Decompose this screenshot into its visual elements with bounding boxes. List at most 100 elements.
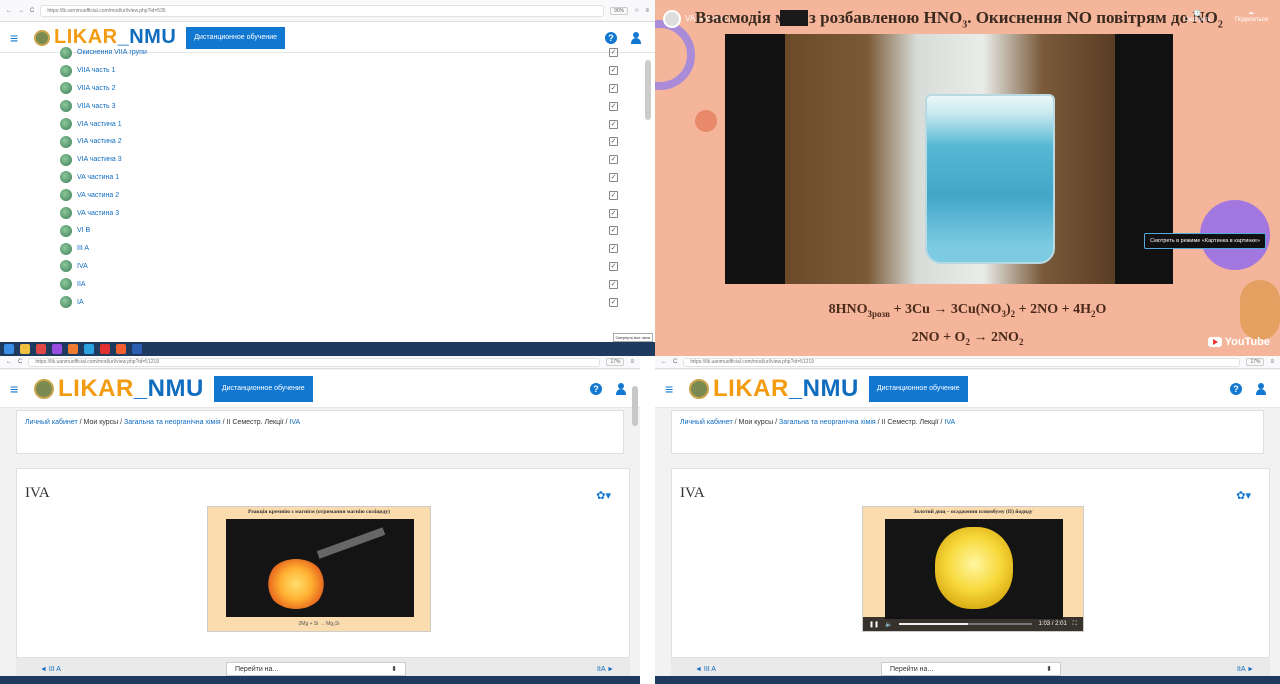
lecture-link[interactable]: VA частина 1	[77, 174, 119, 181]
media-icon[interactable]	[68, 344, 78, 354]
progress-bar[interactable]	[898, 623, 1033, 625]
firefox-icon[interactable]	[116, 344, 126, 354]
lecture-item[interactable]: III A ✓	[35, 240, 630, 258]
help-icon[interactable]: ?	[590, 382, 602, 395]
fullscreen-icon[interactable]: ⛶	[1073, 621, 1077, 628]
zoom-level[interactable]: 17%	[606, 358, 625, 366]
jump-to-select[interactable]: Перейти на... ⬍	[226, 662, 406, 676]
video-screen[interactable]	[885, 519, 1063, 619]
lecture-item[interactable]: VIIA часть 1 ✓	[35, 62, 630, 80]
start-icon[interactable]	[4, 344, 14, 354]
completion-checkbox[interactable]: ✓	[609, 101, 618, 111]
video-screen[interactable]	[226, 519, 414, 617]
lecture-item[interactable]: VIIA часть 3 ✓	[35, 97, 630, 115]
completion-checkbox[interactable]: ✓	[609, 208, 618, 218]
lecture-link[interactable]: VIIA часть 2	[77, 85, 116, 92]
chrome-icon[interactable]	[36, 344, 46, 354]
address-bar[interactable]: https://lk.ssrnmuofficial.com/mod/url/vi…	[40, 4, 605, 17]
lecture-item[interactable]: VIA частина 1 ✓	[35, 115, 630, 133]
pause-icon[interactable]: ❚❚	[869, 621, 879, 628]
menu-icon[interactable]: ≡	[630, 359, 634, 365]
lecture-item[interactable]: VIIA часть 2 ✓	[35, 80, 630, 98]
lecture-item[interactable]: VIA частина 2 ✓	[35, 133, 630, 151]
completion-checkbox[interactable]: ✓	[609, 297, 618, 307]
video-embed[interactable]: Золотий дощ – осадження плюмбуму (II) йо…	[862, 506, 1084, 632]
lecture-item[interactable]: VA частина 2 ✓	[35, 186, 630, 204]
completion-checkbox[interactable]: ✓	[609, 48, 618, 58]
lecture-link[interactable]: IA	[77, 299, 84, 306]
scrollbar[interactable]	[632, 386, 638, 426]
user-icon[interactable]	[616, 382, 626, 395]
opera-icon[interactable]	[100, 344, 110, 354]
hamburger-icon[interactable]: ≡	[665, 381, 689, 397]
explorer-icon[interactable]	[20, 344, 30, 354]
lecture-link[interactable]: Окиснення VIIА групи	[77, 49, 147, 56]
next-activity-link[interactable]: IIA ►	[1237, 666, 1254, 673]
lecture-link[interactable]: VIA частина 2	[77, 138, 122, 145]
viber-icon[interactable]	[52, 344, 62, 354]
prev-activity-link[interactable]: ◄ III A	[40, 666, 61, 673]
crumb-semester[interactable]: II Семестр. Лекції	[227, 419, 284, 426]
telegram-icon[interactable]	[84, 344, 94, 354]
lecture-link[interactable]: VIIA часть 1	[77, 67, 116, 74]
crumb-courses[interactable]: Мои курсы	[739, 419, 774, 426]
word-icon[interactable]	[132, 344, 142, 354]
address-bar[interactable]: https://lik.uanmuofficial.com/mod/url/vi…	[683, 357, 1241, 367]
video-embed[interactable]: Реакція кремнію з магнієм (отримання маг…	[207, 506, 431, 632]
completion-checkbox[interactable]: ✓	[609, 279, 618, 289]
gear-icon[interactable]: ✿▾	[596, 489, 611, 502]
prev-activity-link[interactable]: ◄ III A	[695, 666, 716, 673]
zoom-level[interactable]: 90%	[610, 6, 629, 15]
forward-icon[interactable]: →	[18, 8, 24, 14]
crumb-subject[interactable]: Загальна та неорганічна хімія	[124, 419, 221, 426]
completion-checkbox[interactable]: ✓	[609, 226, 618, 236]
next-activity-link[interactable]: IIA ►	[597, 666, 614, 673]
lecture-item[interactable]: Окиснення VIIА групи ✓	[35, 44, 630, 62]
reload-icon[interactable]: C	[18, 359, 22, 365]
lecture-item[interactable]: VI B ✓	[35, 222, 630, 240]
lecture-link[interactable]: IIA	[77, 281, 86, 288]
completion-checkbox[interactable]: ✓	[609, 66, 618, 76]
back-icon[interactable]: ←	[661, 359, 667, 365]
crumb-page[interactable]: IVA	[289, 419, 300, 426]
menu-icon[interactable]: ≡	[645, 8, 649, 14]
watch-later-button[interactable]: 🕒 Смотреть	[1184, 10, 1211, 23]
lecture-link[interactable]: VIIA часть 3	[77, 103, 116, 110]
completion-checkbox[interactable]: ✓	[609, 172, 618, 182]
reload-icon[interactable]: C	[30, 8, 34, 14]
lecture-link[interactable]: IVA	[77, 263, 88, 270]
jump-to-select[interactable]: Перейти на... ⬍	[881, 662, 1061, 676]
distance-learning-button[interactable]: Дистанционное обучение	[868, 375, 968, 402]
hamburger-icon[interactable]: ≡	[10, 381, 34, 397]
completion-checkbox[interactable]: ✓	[609, 244, 618, 254]
back-icon[interactable]: ←	[6, 8, 12, 14]
lecture-item[interactable]: IIA ✓	[35, 275, 630, 293]
completion-checkbox[interactable]: ✓	[609, 83, 618, 93]
site-logo[interactable]: LIKAR _NMU	[689, 375, 859, 403]
user-icon[interactable]	[1256, 382, 1266, 395]
distance-learning-button[interactable]: Дистанционное обучение	[213, 375, 313, 402]
zoom-level[interactable]: 17%	[1246, 358, 1265, 366]
crumb-home[interactable]: Личный кабинет	[680, 419, 733, 426]
volume-icon[interactable]: 🔈	[885, 621, 892, 628]
picture-in-picture-button[interactable]: Смотреть в режиме «Картинка в картинке»	[1144, 233, 1266, 249]
completion-checkbox[interactable]: ✓	[609, 119, 618, 129]
site-logo[interactable]: LIKAR _NMU	[34, 375, 204, 403]
lecture-item[interactable]: IVA ✓	[35, 258, 630, 276]
lecture-item[interactable]: VA частина 3 ✓	[35, 204, 630, 222]
lecture-link[interactable]: VIA частина 3	[77, 156, 122, 163]
lecture-link[interactable]: III A	[77, 245, 89, 252]
crumb-subject[interactable]: Загальна та неорганічна хімія	[779, 419, 876, 426]
channel-avatar[interactable]	[663, 10, 681, 28]
hamburger-icon[interactable]: ≡	[10, 30, 34, 46]
completion-checkbox[interactable]: ✓	[609, 137, 618, 147]
gear-icon[interactable]: ✿▾	[1236, 489, 1251, 502]
lecture-item[interactable]: IA ✓	[35, 293, 630, 311]
completion-checkbox[interactable]: ✓	[609, 261, 618, 271]
lecture-item[interactable]: VA частина 1 ✓	[35, 169, 630, 187]
lecture-link[interactable]: VIA частина 1	[77, 121, 122, 128]
share-button[interactable]: ➦ Поделиться	[1235, 10, 1268, 23]
completion-checkbox[interactable]: ✓	[609, 155, 618, 165]
user-icon[interactable]	[631, 31, 641, 44]
scrollbar[interactable]	[645, 60, 651, 120]
